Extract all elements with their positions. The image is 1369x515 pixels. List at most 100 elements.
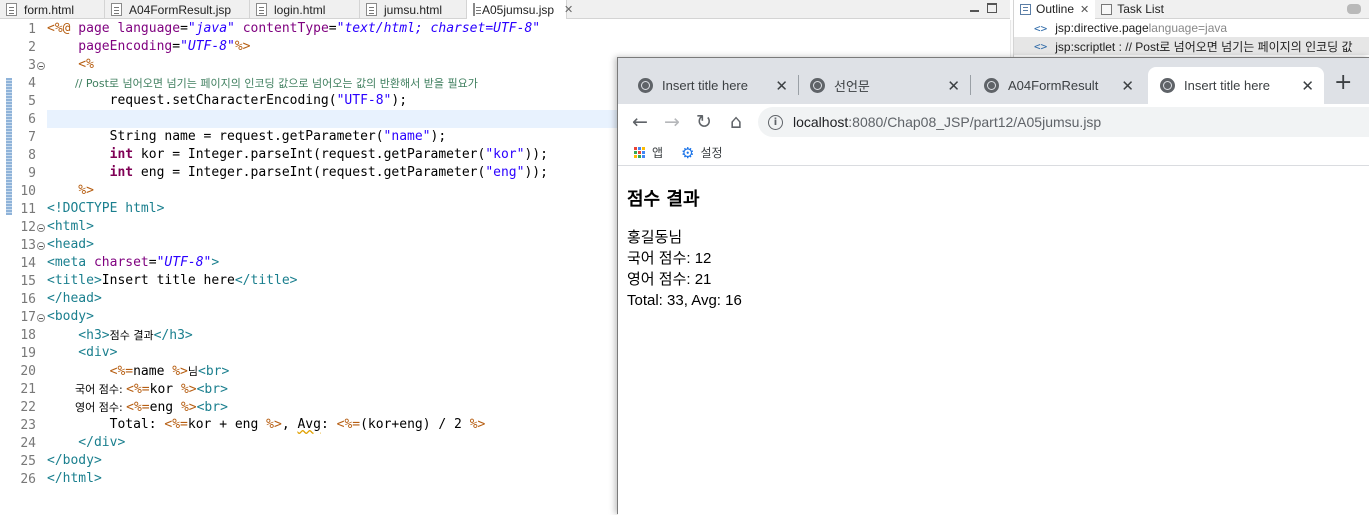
maximize-icon[interactable] bbox=[987, 3, 997, 13]
code-line-3: <% bbox=[47, 57, 94, 72]
apps-grid-icon[interactable] bbox=[634, 146, 646, 159]
editor-tab-label: form.html bbox=[24, 2, 75, 17]
code-line-7: String name = request.getParameter("name… bbox=[47, 129, 447, 147]
code-token: name bbox=[133, 364, 173, 379]
minimize-icon[interactable] bbox=[970, 3, 980, 13]
browser-tab-title: 선언문 bbox=[834, 79, 870, 94]
fold-toggle-icon[interactable] bbox=[37, 62, 45, 70]
code-token: > bbox=[211, 255, 220, 270]
code-token: <%= bbox=[164, 417, 188, 432]
code-comment: // Post로 넘어오면 넘기는 페이지의 인코딩 값으로 넘어오는 값의 반… bbox=[47, 77, 478, 90]
browser-tab[interactable]: 선언문 ✕ bbox=[800, 67, 971, 104]
line-number: 11 bbox=[20, 202, 36, 217]
line-number: 20 bbox=[20, 364, 36, 379]
line-number: 24 bbox=[20, 436, 36, 451]
address-bar[interactable]: i localhost:8080/Chap08_JSP/part12/A05ju… bbox=[758, 107, 1369, 137]
tab-separator bbox=[970, 75, 971, 95]
apps-grid-dot bbox=[638, 150, 641, 154]
globe-icon bbox=[1160, 78, 1175, 93]
code-token: </h3> bbox=[153, 328, 193, 343]
info-icon[interactable]: i bbox=[768, 114, 783, 130]
editor-tab-jumsu-html[interactable]: jumsu.html bbox=[360, 0, 467, 19]
line-number: 5 bbox=[28, 94, 36, 109]
editor-tab-a05jumsu-jsp[interactable]: A05jumsu.jsp ✕ bbox=[467, 0, 573, 19]
tab-outline[interactable]: Outline ✕ bbox=[1014, 0, 1096, 19]
code-line-10: %> bbox=[47, 183, 94, 198]
html-file-icon bbox=[6, 3, 17, 16]
task-list-icon bbox=[1101, 3, 1113, 15]
close-icon[interactable]: ✕ bbox=[1121, 77, 1134, 95]
view-menu-icon[interactable] bbox=[1347, 4, 1361, 14]
close-icon[interactable]: ✕ bbox=[947, 77, 960, 95]
code-token: kor = Integer.parseInt(request.getParame… bbox=[133, 147, 486, 162]
code-token: <%= bbox=[126, 400, 150, 415]
close-icon[interactable]: ✕ bbox=[1080, 3, 1089, 16]
editor-tab-label: jumsu.html bbox=[384, 2, 443, 17]
code-token: 영어 점수: bbox=[47, 401, 127, 414]
close-icon[interactable]: ✕ bbox=[564, 3, 573, 16]
code-token: 점수 결과 bbox=[109, 329, 154, 342]
code-line-18: <h3>점수 결과</h3> bbox=[47, 327, 193, 345]
outline-item[interactable]: <> jsp:scriptlet : // Post로 넘어오면 넘기는 페이지의… bbox=[1014, 37, 1369, 55]
new-tab-button[interactable]: + bbox=[1334, 70, 1352, 95]
code-token: = bbox=[328, 21, 337, 36]
code-line-16: </head> bbox=[47, 291, 102, 306]
code-token: kor + eng bbox=[187, 417, 267, 432]
code-line-25: </body> bbox=[47, 453, 102, 468]
code-token: %> bbox=[180, 382, 197, 397]
line-number: 10 bbox=[20, 184, 36, 199]
editor-tab-login-html[interactable]: login.html bbox=[250, 0, 360, 19]
home-button[interactable]: ⌂ bbox=[724, 110, 748, 134]
close-icon[interactable]: ✕ bbox=[1301, 77, 1314, 95]
result-name: 홍길동님 bbox=[627, 229, 683, 246]
code-token: <title> bbox=[47, 273, 102, 288]
editor-tab-form-html[interactable]: form.html bbox=[0, 0, 105, 19]
code-line-20: <%=name %>님<br> bbox=[47, 363, 230, 381]
fold-toggle-icon[interactable] bbox=[37, 224, 45, 232]
reload-button[interactable]: ↻ bbox=[692, 110, 716, 134]
jsp-file-icon bbox=[473, 3, 481, 16]
browser-tab-strip: Insert title here ✕ 선언문 ✕ A04FormResult ✕ I… bbox=[618, 58, 1369, 104]
code-token: ); bbox=[430, 129, 447, 144]
code-token: int bbox=[109, 147, 134, 162]
apps-grid-dot bbox=[642, 146, 645, 150]
code-token: <br> bbox=[196, 400, 228, 415]
code-token: "UTF-8" bbox=[336, 93, 392, 108]
url-text[interactable]: localhost:8080/Chap08_JSP/part12/A05jums… bbox=[793, 114, 1101, 130]
code-token: , bbox=[281, 417, 298, 432]
apps-grid-dot bbox=[634, 146, 637, 150]
code-token: )); bbox=[524, 165, 548, 180]
fold-toggle-icon[interactable] bbox=[37, 314, 45, 322]
gear-icon[interactable]: ⚙ bbox=[681, 144, 694, 162]
code-token: <br> bbox=[198, 364, 230, 379]
fold-toggle-icon[interactable] bbox=[37, 242, 45, 250]
line-number: 9 bbox=[28, 166, 36, 181]
tab-task-list[interactable]: Task List bbox=[1095, 0, 1170, 19]
code-token: contentType bbox=[234, 21, 329, 36]
browser-tab-title: Insert title here bbox=[662, 78, 748, 93]
code-token: = bbox=[180, 21, 188, 36]
code-token: <%= bbox=[47, 364, 134, 379]
line-number: 23 bbox=[20, 418, 36, 433]
outline-panel: Outline ✕ Task List <> jsp:directive.page … bbox=[1013, 0, 1369, 60]
line-number: 1 bbox=[28, 22, 36, 37]
browser-tab-active[interactable]: Insert title here ✕ bbox=[1148, 67, 1324, 104]
bookmark-settings-label[interactable]: 설정 bbox=[701, 144, 723, 161]
forward-button[interactable]: → bbox=[660, 110, 684, 134]
bookmark-apps-label[interactable]: 앱 bbox=[652, 144, 663, 161]
close-icon[interactable]: ✕ bbox=[775, 77, 788, 95]
browser-tab[interactable]: A04FormResult ✕ bbox=[974, 67, 1144, 104]
outline-item[interactable]: <> jsp:directive.page language=java bbox=[1014, 19, 1369, 37]
url-host: localhost bbox=[793, 114, 849, 130]
code-token: pageEncoding bbox=[47, 39, 173, 54]
code-line-26: </html> bbox=[47, 471, 102, 486]
back-button[interactable]: ← bbox=[628, 110, 652, 134]
browser-tab[interactable]: Insert title here ✕ bbox=[628, 67, 799, 104]
line-number: 16 bbox=[20, 292, 36, 307]
code-line-5: request.setCharacterEncoding("UTF-8"); bbox=[47, 93, 407, 111]
code-line-15: <title>Insert title here</title> bbox=[47, 273, 297, 291]
result-total-avg: Total: 33, Avg: 16 bbox=[627, 292, 742, 309]
outline-tab-bar: Outline ✕ Task List bbox=[1014, 0, 1369, 19]
editor-tab-a04formresult-jsp[interactable]: A04FormResult.jsp bbox=[105, 0, 250, 19]
url-path: :8080/Chap08_JSP/part12/A05jumsu.jsp bbox=[848, 114, 1102, 130]
